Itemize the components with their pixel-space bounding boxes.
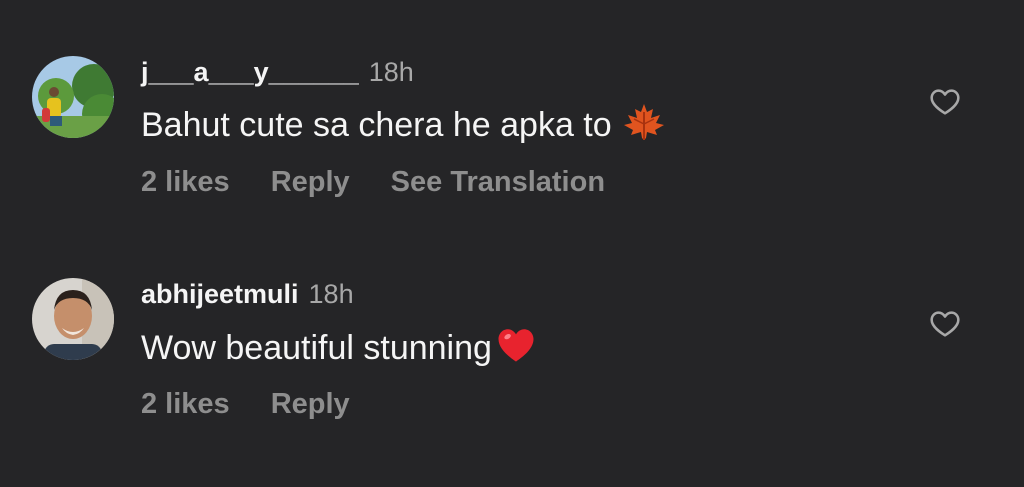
likes-count-button[interactable]: 2 likes — [141, 388, 230, 420]
comment-header: j___a___y______ 18h — [141, 55, 414, 94]
username-link[interactable]: abhijeetmuli — [141, 279, 299, 309]
like-button[interactable] — [928, 86, 962, 118]
heart-outline-icon — [930, 89, 960, 115]
comment-text: Bahut cute sa chera he apka to — [141, 102, 666, 152]
comment-body: Bahut cute sa chera he apka to — [141, 105, 612, 144]
comment-header: abhijeetmuli 18h — [141, 277, 354, 316]
heart-outline-icon — [930, 311, 960, 337]
see-translation-button[interactable]: See Translation — [391, 166, 605, 198]
comments-list: j___a___y______ 18h Bahut cute sa chera h… — [0, 0, 1024, 487]
avatar-photo — [32, 278, 114, 360]
comment-timestamp: 18h — [308, 279, 354, 309]
comment-timestamp: 18h — [368, 57, 414, 87]
comment-item: j___a___y______ 18h Bahut cute sa chera h… — [0, 50, 1024, 250]
username-link[interactable]: j___a___y______ — [141, 57, 359, 87]
reply-button[interactable]: Reply — [271, 166, 350, 198]
comment-body: Wow beautiful stunning — [141, 328, 492, 367]
avatar[interactable] — [32, 56, 114, 138]
avatar[interactable] — [32, 278, 114, 360]
comment-text: Wow beautiful stunning — [141, 324, 538, 376]
likes-count-button[interactable]: 2 likes — [141, 166, 230, 198]
red-heart-emoji — [494, 324, 538, 376]
comment-item: abhijeetmuli 18h Wow beautiful stunning 2… — [0, 272, 1024, 472]
comment-actions: 2 likes Reply — [141, 386, 391, 422]
comment-actions: 2 likes Reply See Translation — [141, 164, 646, 200]
avatar-photo — [32, 56, 114, 138]
maple-leaf-emoji — [622, 102, 666, 152]
like-button[interactable] — [928, 308, 962, 340]
reply-button[interactable]: Reply — [271, 388, 350, 420]
